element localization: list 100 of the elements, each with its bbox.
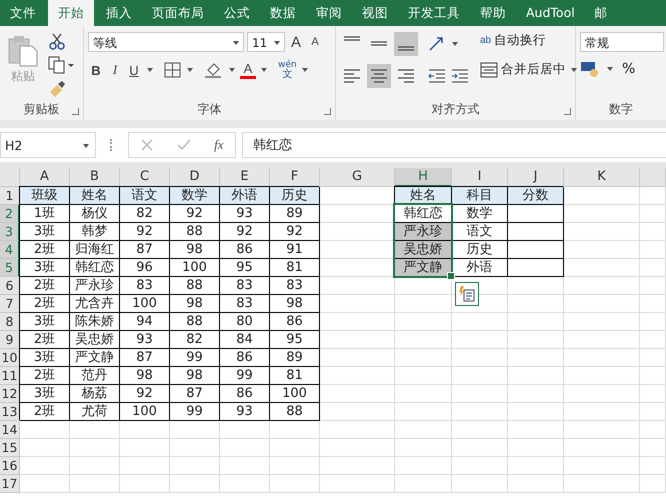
empty-cell bbox=[508, 475, 564, 493]
row-header[interactable]: 14 bbox=[0, 421, 20, 439]
dialog-launcher-icon[interactable] bbox=[72, 108, 79, 115]
table-cell: 3班 bbox=[20, 349, 70, 367]
ribbon-tab[interactable]: 开始 bbox=[48, 0, 94, 26]
fill-handle[interactable] bbox=[447, 272, 455, 280]
increase-indent-icon[interactable] bbox=[450, 67, 470, 85]
row-header[interactable]: 8 bbox=[0, 313, 20, 331]
caret-icon[interactable] bbox=[607, 67, 613, 71]
column-header[interactable]: K bbox=[564, 168, 640, 187]
percent-button[interactable]: % bbox=[622, 61, 636, 77]
empty-cell bbox=[640, 349, 666, 367]
decrease-indent-icon[interactable] bbox=[427, 67, 447, 85]
empty-cell bbox=[70, 421, 120, 439]
ribbon-tab[interactable]: 视图 bbox=[352, 0, 398, 26]
number-format-dropdown[interactable]: 常规 bbox=[580, 32, 664, 52]
ribbon-tab[interactable]: 开发工具 bbox=[398, 0, 470, 26]
column-header[interactable]: G bbox=[320, 168, 395, 187]
flash-fill-options-icon[interactable] bbox=[455, 282, 479, 306]
table-cell: 86 bbox=[220, 385, 270, 403]
cut-icon[interactable] bbox=[48, 32, 66, 50]
row-header[interactable]: 10 bbox=[0, 349, 20, 367]
format-painter-icon[interactable] bbox=[48, 80, 66, 98]
table-cell: 3班 bbox=[20, 259, 70, 277]
formula-input[interactable]: 韩红恋 bbox=[242, 132, 666, 158]
merge-center-button[interactable]: 合并后居中 bbox=[501, 61, 566, 78]
caret-icon[interactable] bbox=[229, 68, 235, 72]
row-header[interactable]: 6 bbox=[0, 277, 20, 295]
table-cell: 87 bbox=[120, 349, 170, 367]
dialog-launcher-icon[interactable] bbox=[324, 108, 331, 115]
ribbon-tab[interactable]: 页面布局 bbox=[142, 0, 214, 26]
ribbon-tab[interactable]: 数据 bbox=[260, 0, 306, 26]
ribbon-tab[interactable]: AudTool bbox=[516, 0, 585, 26]
table-cell: 98 bbox=[120, 367, 170, 385]
column-header[interactable]: F bbox=[270, 168, 320, 187]
caret-icon[interactable] bbox=[571, 68, 577, 72]
column-header[interactable]: J bbox=[508, 168, 564, 187]
column-header[interactable]: B bbox=[70, 168, 120, 187]
caret-icon[interactable] bbox=[187, 68, 193, 72]
drag-handle-icon[interactable] bbox=[110, 139, 114, 151]
table-cell: 92 bbox=[120, 223, 170, 241]
empty-cell bbox=[640, 403, 666, 421]
caret-icon[interactable] bbox=[147, 68, 153, 72]
font-color-button[interactable]: A bbox=[240, 62, 256, 78]
row-header[interactable]: 12 bbox=[0, 385, 20, 403]
ribbon-tab[interactable]: 审阅 bbox=[306, 0, 352, 26]
bold-button[interactable]: B bbox=[88, 62, 104, 78]
grow-font-button[interactable]: A bbox=[288, 34, 304, 50]
table-cell: 86 bbox=[220, 241, 270, 259]
row-header[interactable]: 7 bbox=[0, 295, 20, 313]
row-header[interactable]: 2 bbox=[0, 205, 20, 223]
table-cell: 81 bbox=[270, 259, 320, 277]
table-cell: 81 bbox=[270, 367, 320, 385]
ribbon-tab[interactable]: 邮 bbox=[584, 0, 618, 26]
caret-icon[interactable] bbox=[261, 68, 267, 72]
table-cell: 杨仪 bbox=[70, 205, 120, 223]
underline-button[interactable]: U bbox=[126, 62, 142, 78]
row-header[interactable]: 5 bbox=[0, 259, 20, 277]
phonetic-button[interactable]: wén 文 bbox=[278, 60, 297, 80]
table-cell: 83 bbox=[220, 295, 270, 313]
row-header[interactable]: 17 bbox=[0, 475, 20, 493]
font-size-dropdown[interactable]: 11 bbox=[247, 32, 285, 52]
table-cell: 88 bbox=[170, 313, 220, 331]
caret-icon[interactable] bbox=[302, 68, 308, 72]
borders-icon[interactable] bbox=[164, 62, 182, 78]
copy-icon[interactable] bbox=[48, 56, 74, 74]
table-cell: 1班 bbox=[20, 205, 70, 223]
column-header[interactable]: A bbox=[20, 168, 70, 187]
align-button[interactable] bbox=[367, 64, 391, 88]
wrap-text-button[interactable]: 自动换行 bbox=[494, 32, 546, 49]
align-button[interactable] bbox=[394, 32, 418, 56]
ribbon-tab[interactable]: 帮助 bbox=[470, 0, 516, 26]
ribbon-tab[interactable]: 文件 bbox=[0, 0, 46, 26]
ribbon-tab[interactable]: 插入 bbox=[96, 0, 142, 26]
column-header[interactable]: D bbox=[170, 168, 220, 187]
insert-function-button[interactable]: fx bbox=[214, 137, 224, 153]
column-header[interactable]: E bbox=[220, 168, 270, 187]
row-header[interactable]: 9 bbox=[0, 331, 20, 349]
row-header[interactable]: 13 bbox=[0, 403, 20, 421]
italic-button[interactable]: I bbox=[107, 62, 123, 78]
fill-color-icon[interactable] bbox=[204, 61, 224, 79]
dialog-launcher-icon[interactable] bbox=[564, 108, 571, 115]
ribbon-tab[interactable]: 公式 bbox=[214, 0, 260, 26]
shrink-font-button[interactable]: A bbox=[307, 36, 323, 48]
column-header[interactable]: I bbox=[452, 168, 508, 187]
row-header[interactable]: 16 bbox=[0, 457, 20, 475]
wrap-text-icon: ab bbox=[480, 35, 492, 46]
row-header[interactable]: 15 bbox=[0, 439, 20, 457]
row-header[interactable]: 11 bbox=[0, 367, 20, 385]
caret-icon[interactable] bbox=[452, 42, 458, 46]
row-header[interactable]: 3 bbox=[0, 223, 20, 241]
row-header[interactable]: 1 bbox=[0, 187, 20, 205]
column-header[interactable]: H bbox=[395, 168, 452, 187]
column-header[interactable]: C bbox=[120, 168, 170, 187]
name-box[interactable]: H2 bbox=[0, 132, 96, 158]
table-cell: 83 bbox=[220, 277, 270, 295]
table-cell: 98 bbox=[170, 295, 220, 313]
empty-cell bbox=[452, 331, 508, 349]
font-name-dropdown[interactable]: 等线 bbox=[88, 32, 244, 52]
row-header[interactable]: 4 bbox=[0, 241, 20, 259]
